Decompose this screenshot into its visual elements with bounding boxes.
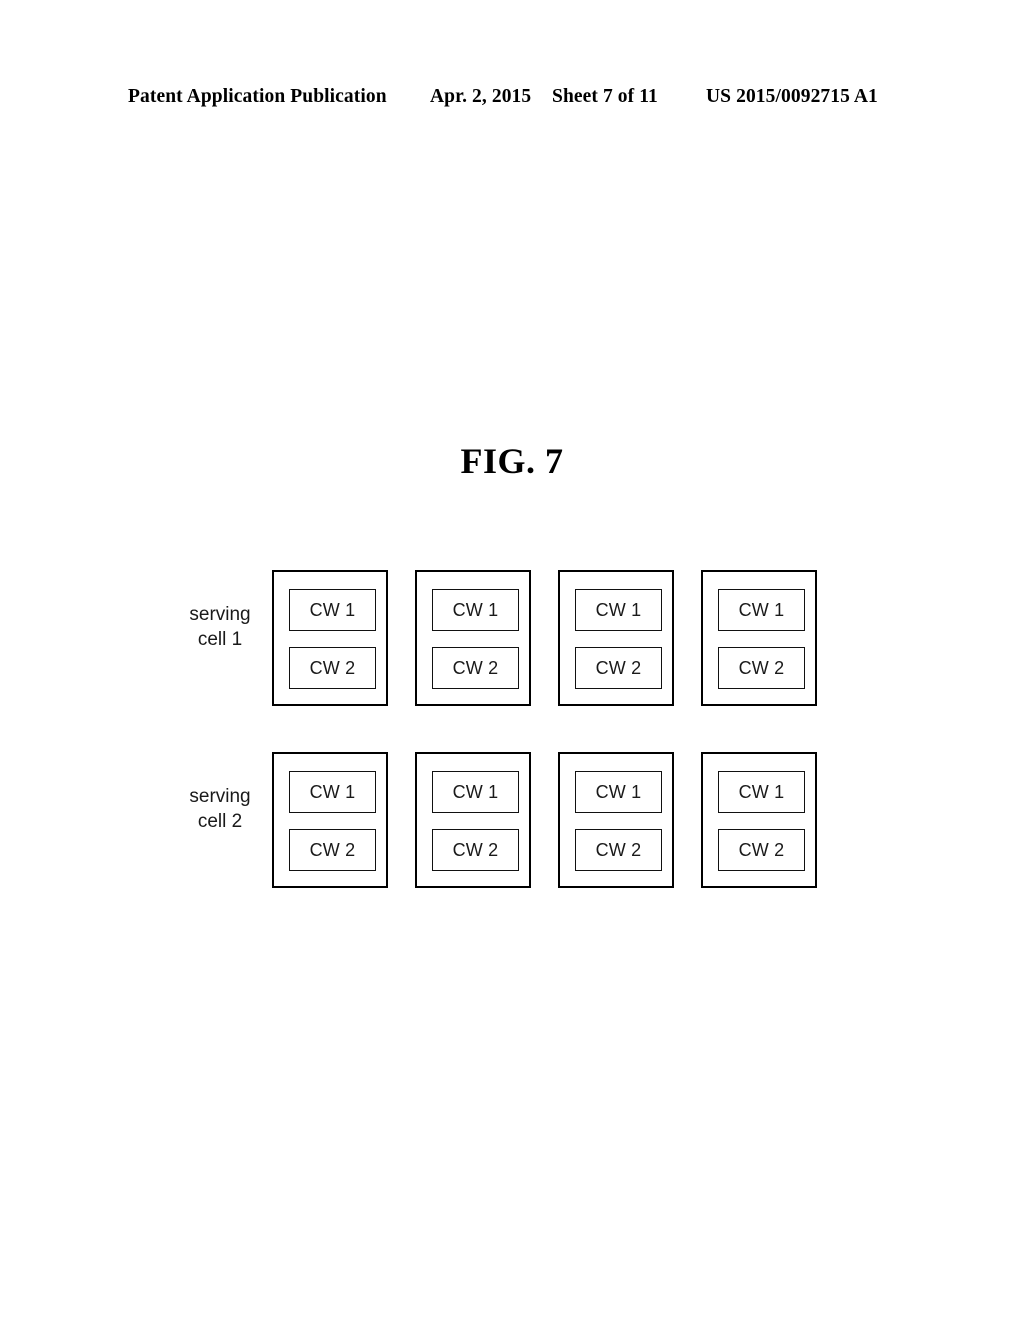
- serving-cell-label-2: serving cell 2: [168, 784, 272, 834]
- codeword-box: CW 1: [718, 771, 805, 813]
- serving-cell-label-1: serving cell 1: [168, 602, 272, 652]
- codeword-box: CW 1: [289, 771, 376, 813]
- serving-cell-label-1-line1: serving: [189, 604, 251, 625]
- subframe-box: CW 1 CW 2: [701, 570, 817, 706]
- subframe-box: CW 1 CW 2: [415, 570, 531, 706]
- codeword-box: CW 1: [432, 589, 519, 631]
- codeword-box: CW 2: [718, 829, 805, 871]
- serving-cell-label-1-line2: cell 1: [197, 629, 243, 650]
- serving-cell-row-1: serving cell 1 CW 1 CW 2 CW 1 CW 2 CW 1 …: [0, 570, 1024, 706]
- subframe-box: CW 1 CW 2: [415, 752, 531, 888]
- codeword-box: CW 2: [718, 647, 805, 689]
- codeword-box: CW 2: [289, 647, 376, 689]
- subframe-box: CW 1 CW 2: [701, 752, 817, 888]
- codeword-box: CW 1: [289, 589, 376, 631]
- codeword-box: CW 1: [575, 771, 662, 813]
- codeword-box: CW 1: [575, 589, 662, 631]
- codeword-box: CW 2: [432, 647, 519, 689]
- codeword-box: CW 2: [432, 829, 519, 871]
- codeword-box: CW 2: [289, 829, 376, 871]
- patent-figure-page: Patent Application Publication Apr. 2, 2…: [0, 0, 1024, 1320]
- subframe-box: CW 1 CW 2: [558, 752, 674, 888]
- subframe-box: CW 1 CW 2: [558, 570, 674, 706]
- subframe-box: CW 1 CW 2: [272, 570, 388, 706]
- serving-cell-label-2-line2: cell 2: [197, 811, 243, 832]
- codeword-box: CW 2: [575, 647, 662, 689]
- subframe-box: CW 1 CW 2: [272, 752, 388, 888]
- figure-diagram: serving cell 1 CW 1 CW 2 CW 1 CW 2 CW 1 …: [0, 0, 1024, 1320]
- codeword-box: CW 1: [432, 771, 519, 813]
- codeword-box: CW 1: [718, 589, 805, 631]
- serving-cell-label-2-line1: serving: [189, 786, 251, 807]
- serving-cell-row-2: serving cell 2 CW 1 CW 2 CW 1 CW 2 CW 1 …: [0, 752, 1024, 888]
- codeword-box: CW 2: [575, 829, 662, 871]
